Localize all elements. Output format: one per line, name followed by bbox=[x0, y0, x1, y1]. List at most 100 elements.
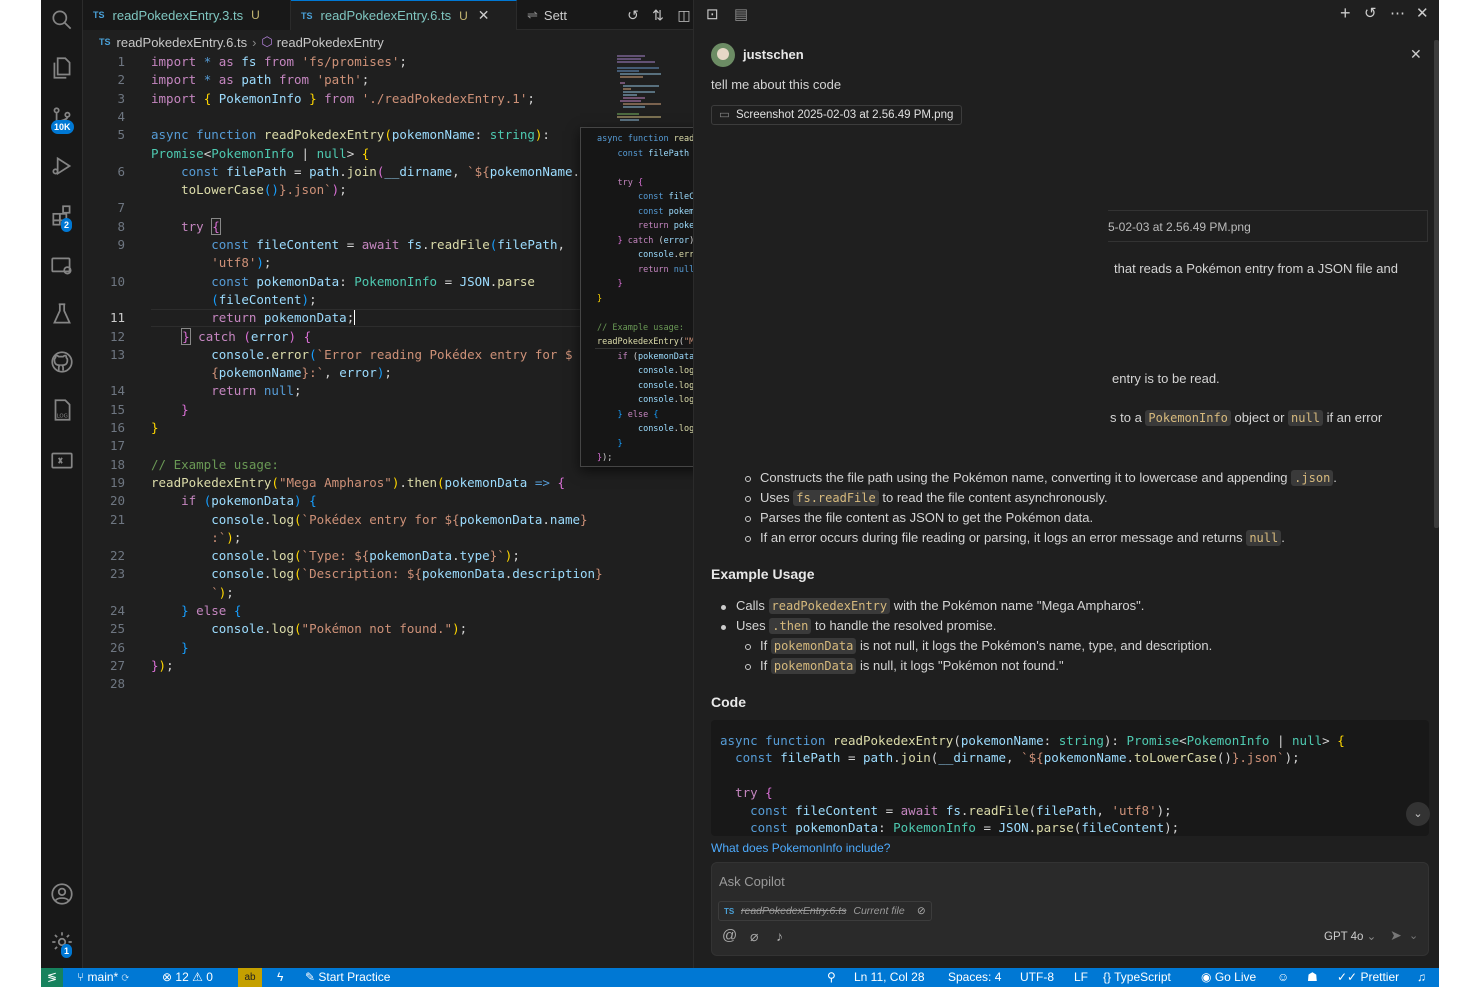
run-debug-icon[interactable] bbox=[41, 146, 83, 186]
tab-label: readPokedexEntry.3.ts bbox=[112, 7, 244, 23]
code-line: } bbox=[151, 420, 159, 435]
code-line: } else { bbox=[181, 603, 242, 618]
explorer-icon[interactable] bbox=[41, 48, 83, 88]
tab-untracked-badge: U bbox=[459, 8, 468, 23]
line-number: 15 bbox=[109, 401, 125, 417]
minimap[interactable] bbox=[615, 54, 677, 124]
testing-icon[interactable] bbox=[41, 294, 83, 334]
manage-gear-icon[interactable]: 1 bbox=[41, 922, 83, 962]
breadcrumb-file[interactable]: readPokedexEntry.6.ts bbox=[117, 35, 248, 50]
code-line: import { PokemonInfo } from './readPoked… bbox=[151, 90, 535, 106]
chat-scrollbar[interactable] bbox=[1434, 40, 1439, 528]
copilot-icon[interactable]: ☗ bbox=[1307, 968, 1318, 987]
tab-readpokedexentry-6[interactable]: TS readPokedexEntry.6.ts U ✕ bbox=[291, 0, 517, 30]
list-item: If pokemonData is null, it logs "Pokémon… bbox=[760, 658, 1064, 674]
search-icon[interactable] bbox=[41, 0, 83, 40]
code-line: (fileContent); bbox=[211, 291, 317, 307]
tab-settings[interactable]: ⇌ Sett bbox=[517, 0, 637, 30]
line-number: 12 bbox=[109, 328, 125, 344]
send-options-chevron-icon[interactable]: ⌄ bbox=[1409, 929, 1418, 942]
list-item: Uses fs.readFile to read the file conten… bbox=[760, 490, 1108, 506]
spell-check-icon[interactable]: ab bbox=[238, 968, 262, 987]
check-double-icon: ✓✓ bbox=[1337, 970, 1358, 984]
github-icon[interactable] bbox=[41, 342, 83, 382]
prettier-indicator[interactable]: ✓✓ Prettier bbox=[1337, 968, 1399, 987]
edits-icon[interactable]: ▤ bbox=[734, 5, 748, 23]
eye-closed-icon[interactable]: ⊘ bbox=[917, 902, 926, 920]
preview-line: // Example usage: bbox=[597, 322, 684, 333]
code-line: const fileContent = await fs.readFile(fi… bbox=[211, 237, 566, 252]
line-number: 3 bbox=[117, 90, 125, 106]
close-icon[interactable]: ✕ bbox=[1416, 4, 1429, 22]
close-icon[interactable]: ✕ bbox=[478, 7, 490, 24]
typescript-icon: TS bbox=[301, 10, 313, 21]
code-line: const filePath = path.join(__dirname, `$… bbox=[735, 750, 1300, 766]
extensions-icon[interactable]: 2 bbox=[41, 196, 83, 236]
status-bar: ≶ ⑂ main* ⟳ ⊗ 12 ⚠ 0 ab ϟ ✎ Start Practi… bbox=[41, 968, 1439, 987]
line-number: 18 bbox=[109, 456, 125, 472]
split-editor-icon[interactable]: ◫ bbox=[674, 5, 694, 25]
close-request-icon[interactable]: ✕ bbox=[1410, 46, 1422, 63]
line-number: 23 bbox=[109, 566, 125, 582]
followup-suggestion[interactable]: What does PokemonInfo include? bbox=[711, 841, 890, 855]
go-live-button[interactable]: ◉ Go Live bbox=[1201, 968, 1256, 987]
line-ending[interactable]: LF bbox=[1074, 968, 1088, 987]
indentation[interactable]: Spaces: 4 bbox=[948, 968, 1001, 987]
chat-input[interactable]: Ask Copilot TS readPokedexEntry.6.ts Cur… bbox=[711, 862, 1429, 956]
response-code-block[interactable]: async function readPokedexEntry(pokemonN… bbox=[711, 720, 1429, 836]
tab-readpokedexentry-3[interactable]: TS readPokedexEntry.3.ts U bbox=[83, 0, 291, 30]
branch-indicator[interactable]: ⑂ main* ⟳ bbox=[77, 968, 129, 987]
line-number: 19 bbox=[109, 474, 125, 490]
notifications-icon[interactable]: ♫ bbox=[1417, 968, 1426, 987]
plug-icon[interactable]: ϟ bbox=[277, 968, 283, 987]
chat-icon[interactable]: ⊡ bbox=[706, 5, 719, 23]
preview-line: } bbox=[597, 293, 603, 304]
context-file-chip[interactable]: TS readPokedexEntry.6.ts Current file ⊘ bbox=[718, 901, 932, 921]
line-number: 24 bbox=[109, 603, 125, 618]
scroll-down-icon[interactable]: ⌄ bbox=[1406, 802, 1430, 826]
code-line: return pokemonData; bbox=[211, 310, 356, 326]
response-text: that reads a Pokémon entry from a JSON f… bbox=[1114, 261, 1398, 276]
code-line: // Example usage: bbox=[151, 456, 279, 472]
response-attachment-reference[interactable]: 5-02-03 at 2.56.49 PM.png bbox=[1108, 210, 1428, 242]
line-number: 7 bbox=[117, 200, 125, 216]
line-number: 17 bbox=[109, 438, 125, 454]
new-chat-icon[interactable]: + bbox=[1340, 3, 1351, 24]
remote-explorer-icon[interactable] bbox=[41, 246, 83, 286]
section-heading-example: Example Usage bbox=[711, 566, 815, 582]
code-line: console.error(`Error reading Pokédex ent… bbox=[211, 346, 573, 362]
attachment-chip[interactable]: ▭ Screenshot 2025-02-03 at 2.56.49 PM.pn… bbox=[711, 105, 963, 125]
line-number: 1 bbox=[117, 54, 125, 69]
list-item: If pokemonData is not null, it logs the … bbox=[760, 638, 1213, 654]
mention-icon[interactable]: @ bbox=[722, 927, 737, 944]
list-item: Uses .then to handle the resolved promis… bbox=[736, 618, 997, 634]
svg-text:LOG: LOG bbox=[57, 414, 68, 420]
compare-icon[interactable]: ⇅ bbox=[648, 5, 668, 25]
location-icon[interactable]: ⚲ bbox=[827, 968, 836, 987]
cursor-position[interactable]: Ln 11, Col 28 bbox=[854, 968, 925, 987]
attach-icon[interactable]: ⌀ bbox=[750, 928, 758, 945]
language-mode[interactable]: {} TypeScript bbox=[1103, 968, 1171, 987]
source-control-icon[interactable]: 10K bbox=[41, 98, 83, 138]
preview-line: try { bbox=[617, 177, 644, 188]
activity-bar: 10K 2 LOG 1 bbox=[41, 0, 83, 968]
history-icon[interactable]: ↺ bbox=[1364, 4, 1377, 22]
feedback-icon[interactable]: ☺ bbox=[1277, 968, 1289, 987]
copilot-chat-panel: ⊡ ▤ + ↺ ⋯ ✕ justschen ✕ tell me about th… bbox=[693, 0, 1439, 968]
account-icon[interactable] bbox=[41, 874, 83, 914]
start-practice-button[interactable]: ✎ Start Practice bbox=[305, 968, 390, 987]
log-icon[interactable]: LOG bbox=[41, 390, 83, 430]
list-item: Calls readPokedexEntry with the Pokémon … bbox=[736, 598, 1145, 614]
send-icon[interactable]: ➤ bbox=[1390, 927, 1402, 944]
model-picker[interactable]: GPT 4o ⌄ bbox=[1324, 929, 1376, 943]
variables-icon[interactable] bbox=[41, 440, 83, 480]
code-line: } bbox=[181, 639, 189, 655]
problems-indicator[interactable]: ⊗ 12 ⚠ 0 bbox=[162, 968, 213, 987]
encoding[interactable]: UTF-8 bbox=[1020, 968, 1054, 987]
breadcrumb-symbol[interactable]: readPokedexEntry bbox=[277, 35, 384, 50]
warning-icon: ⚠ bbox=[192, 970, 203, 984]
microphone-icon[interactable]: ♪ bbox=[776, 928, 783, 944]
remote-icon[interactable]: ≶ bbox=[41, 968, 63, 987]
more-icon[interactable]: ⋯ bbox=[1390, 4, 1405, 22]
timeline-icon[interactable]: ↺ bbox=[623, 5, 643, 25]
